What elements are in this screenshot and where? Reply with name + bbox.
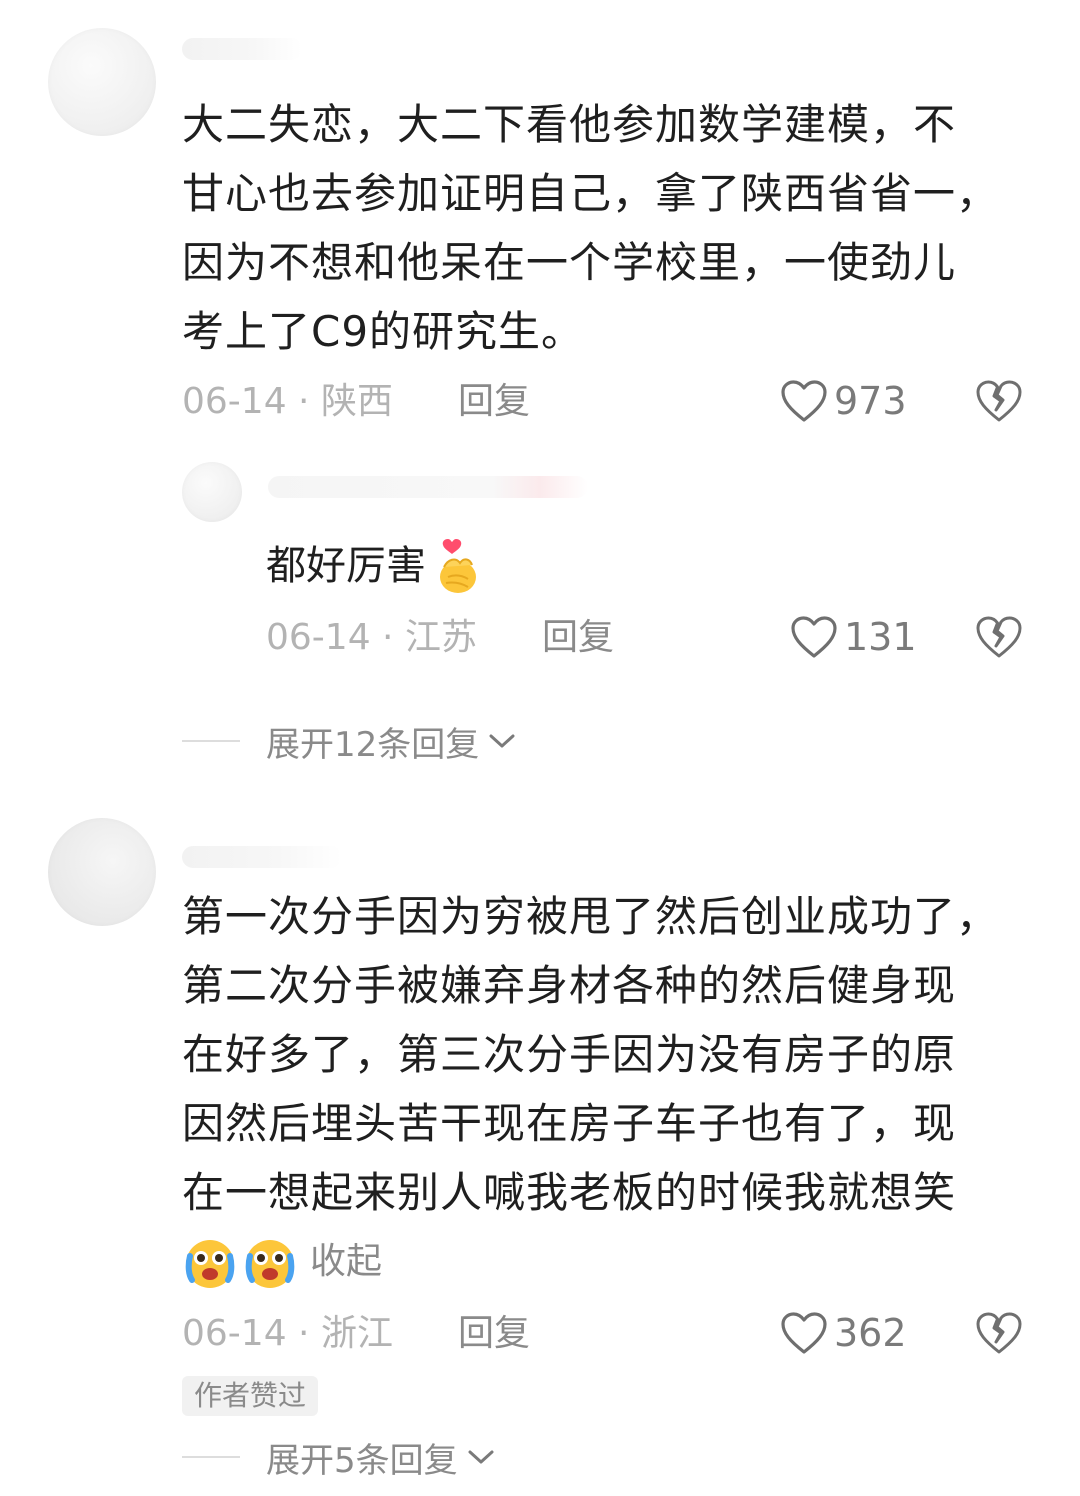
- broken-heart-icon[interactable]: [974, 376, 1024, 426]
- expand-replies-label: 展开5条回复: [266, 1440, 458, 1481]
- expand-replies-button[interactable]: 展开12条回复: [182, 718, 517, 765]
- reply-button[interactable]: 回复: [458, 380, 530, 424]
- author-liked-badge: 作者赞过: [182, 1376, 319, 1416]
- comment-location: 陕西: [320, 381, 393, 422]
- reply-username-blurred[interactable]: [268, 476, 588, 498]
- reply-button[interactable]: 回复: [458, 1312, 530, 1356]
- like-count: 362: [834, 1311, 907, 1355]
- meta-separator: ·: [370, 617, 405, 658]
- comment-text: 第一次分手因为穷被甩了然后创业成功了， 第二次分手被嫌弃身材各种的然后健身现 在…: [182, 892, 1000, 1217]
- reply-text: 都好厉害: [266, 543, 426, 589]
- comment-meta: 06-14 · 浙江: [182, 1312, 393, 1356]
- username-blurred[interactable]: [182, 38, 302, 60]
- reply-like-button[interactable]: 131: [790, 612, 917, 662]
- chevron-down-icon: [468, 1450, 494, 1464]
- comment-date: 06-14: [182, 1313, 287, 1354]
- heart-outline-icon: [791, 616, 837, 658]
- username-blurred[interactable]: [182, 846, 342, 868]
- reply-location: 江苏: [404, 617, 477, 658]
- reply-avatar[interactable]: [182, 462, 242, 522]
- expand-replies-label: 展开12条回复: [266, 724, 480, 765]
- like-count: 973: [834, 379, 907, 423]
- heart-outline-icon: [781, 1312, 827, 1354]
- comment-meta: 06-14 · 陕西: [182, 380, 393, 424]
- crying-face-emoji: [245, 1240, 295, 1288]
- reply-like-count: 131: [844, 615, 917, 659]
- comment-text: 大二失恋，大二下看他参加数学建模，不 甘心也去参加证明自己，拿了陕西省省一， 因…: [182, 100, 1000, 356]
- finger-heart-emoji: [440, 539, 476, 593]
- avatar[interactable]: [48, 28, 156, 136]
- crying-face-emoji: [185, 1240, 235, 1288]
- meta-separator: ·: [286, 381, 321, 422]
- reply-reply-button[interactable]: 回复: [542, 616, 614, 660]
- reply-text-row: 都好厉害: [266, 536, 480, 596]
- comment-location: 浙江: [320, 1313, 393, 1354]
- emoji-row: 收起: [182, 1232, 382, 1292]
- reply-meta: 06-14 · 江苏: [266, 616, 477, 660]
- heart-outline-icon: [781, 380, 827, 422]
- broken-heart-icon[interactable]: [974, 1308, 1024, 1358]
- like-button[interactable]: 362: [780, 1308, 907, 1358]
- expand-divider: [182, 1456, 240, 1458]
- comment-date: 06-14: [182, 381, 287, 422]
- collapse-button[interactable]: 收起: [310, 1232, 382, 1292]
- expand-divider: [182, 740, 240, 742]
- reply-date: 06-14: [266, 617, 371, 658]
- chevron-down-icon: [489, 734, 515, 748]
- meta-separator: ·: [286, 1313, 321, 1354]
- comment-1: 大二失恋，大二下看他参加数学建模，不 甘心也去参加证明自己，拿了陕西省省一， 因…: [0, 0, 1080, 790]
- like-button[interactable]: 973: [780, 376, 907, 426]
- comment-2: 第一次分手因为穷被甩了然后创业成功了， 第二次分手被嫌弃身材各种的然后健身现 在…: [0, 790, 1080, 1496]
- broken-heart-icon[interactable]: [974, 612, 1024, 662]
- expand-replies-button[interactable]: 展开5条回复: [182, 1434, 496, 1481]
- avatar[interactable]: [48, 818, 156, 926]
